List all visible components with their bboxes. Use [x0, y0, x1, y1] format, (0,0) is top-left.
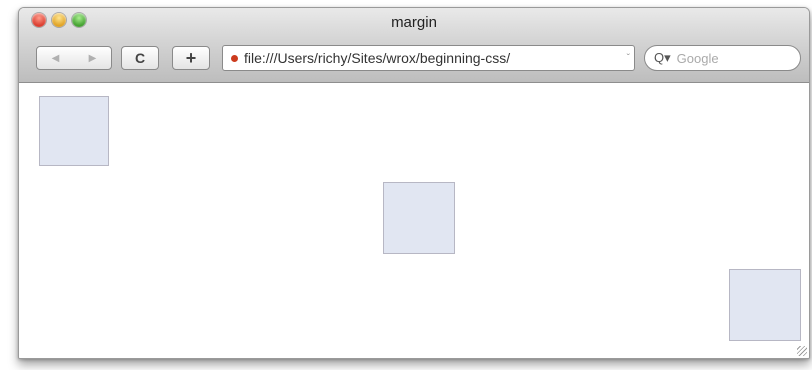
- reload-button[interactable]: C: [121, 46, 159, 70]
- search-icon[interactable]: Q▾: [654, 50, 671, 66]
- page-content: [19, 83, 809, 358]
- forward-arrow-icon[interactable]: ▶: [89, 53, 97, 64]
- back-forward-buttons: ◀ ▶: [36, 46, 112, 70]
- back-arrow-icon[interactable]: ◀: [52, 53, 60, 64]
- add-bookmark-button[interactable]: +: [172, 46, 210, 70]
- favicon-icon: [231, 54, 238, 62]
- box-top-left: [39, 96, 109, 166]
- browser-window: margin ◀ ▶ C + file:///Users/richy/Sites…: [18, 7, 810, 359]
- address-bar[interactable]: file:///Users/richy/Sites/wrox/beginning…: [222, 45, 635, 71]
- box-center: [383, 182, 455, 254]
- search-field[interactable]: Q▾ Google: [644, 45, 801, 71]
- search-placeholder[interactable]: Google: [677, 51, 719, 66]
- address-url[interactable]: file:///Users/richy/Sites/wrox/beginning…: [244, 50, 627, 66]
- resize-handle[interactable]: [797, 346, 807, 356]
- window-title: margin: [391, 14, 437, 31]
- address-suffix: ˇ: [626, 52, 630, 64]
- window-toolbar: margin ◀ ▶ C + file:///Users/richy/Sites…: [19, 8, 809, 83]
- box-bottom-right: [729, 269, 801, 341]
